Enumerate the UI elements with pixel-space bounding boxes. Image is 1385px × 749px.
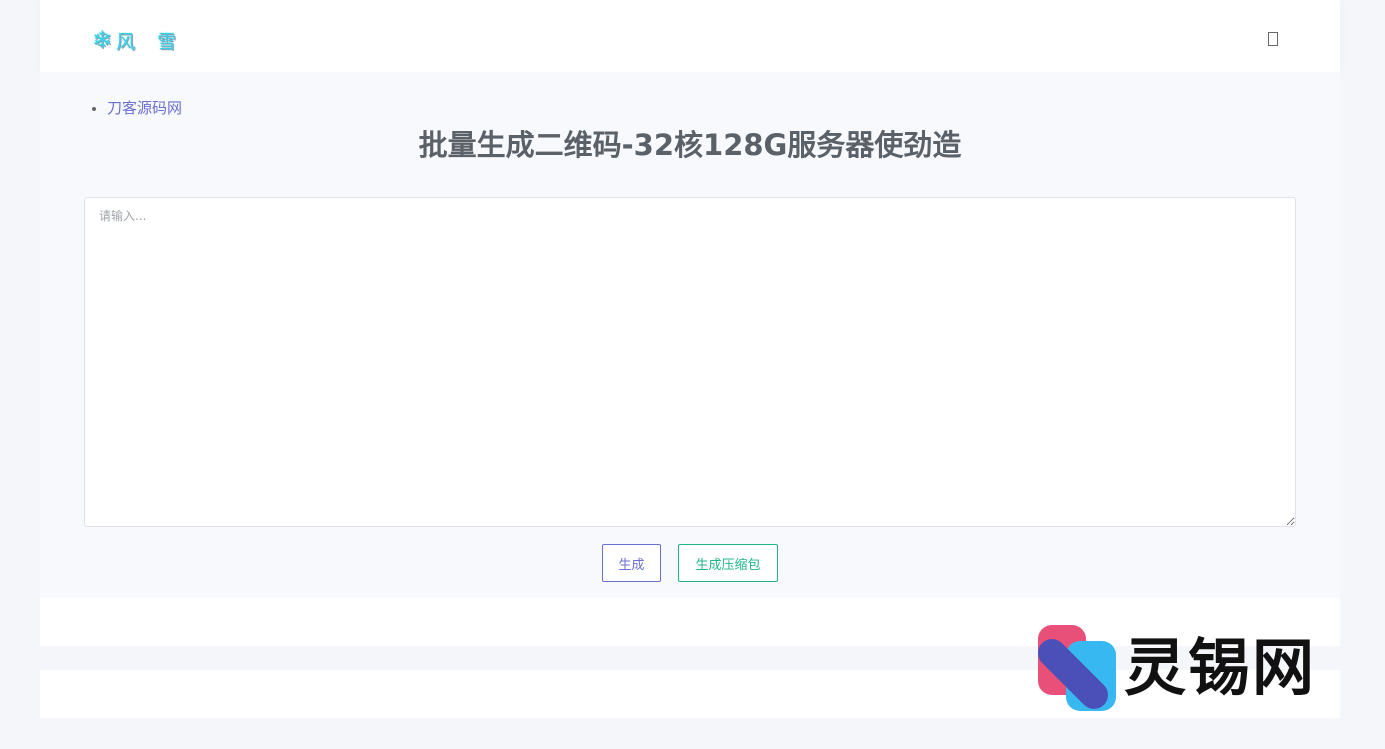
top-header: ❄ 风 雪	[40, 0, 1340, 72]
content-input[interactable]	[85, 198, 1295, 526]
page-container: ❄ 风 雪 刀客源码网 批量生成二维码-32核128G服务器使劲造 生成 生成压…	[40, 0, 1340, 718]
menu-icon[interactable]	[1268, 32, 1278, 46]
watermark: 灵锡网	[1036, 622, 1346, 714]
input-box	[84, 197, 1296, 527]
logo-text: 风 雪	[116, 30, 185, 53]
source-site-link[interactable]: 刀客源码网	[107, 99, 182, 117]
link-list: 刀客源码网	[85, 96, 182, 121]
watermark-logo-icon	[1036, 623, 1118, 713]
main-panel: 刀客源码网 批量生成二维码-32核128G服务器使劲造 生成 生成压缩包	[40, 72, 1340, 598]
watermark-text: 灵锡网	[1124, 631, 1317, 704]
page-title: 批量生成二维码-32核128G服务器使劲造	[418, 128, 962, 162]
generate-button[interactable]: 生成	[602, 544, 661, 582]
generate-zip-button[interactable]: 生成压缩包	[678, 544, 778, 582]
site-logo[interactable]: ❄ 风 雪	[92, 25, 184, 55]
list-item: 刀客源码网	[107, 96, 182, 121]
snowflake-icon: ❄	[92, 26, 113, 54]
